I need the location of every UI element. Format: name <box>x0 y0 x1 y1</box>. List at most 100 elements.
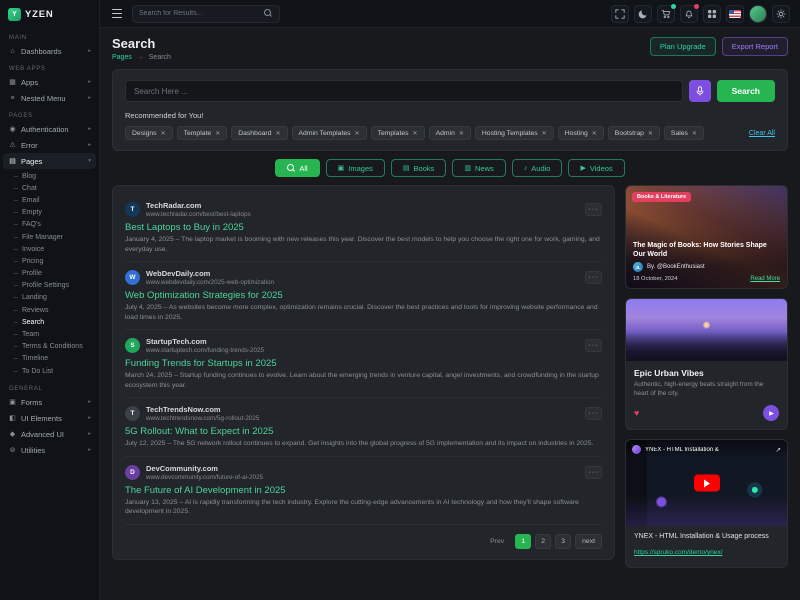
close-icon[interactable]: ✕ <box>355 130 360 137</box>
video-thumbnail[interactable]: YNEX - HTML Installation & ↗ <box>626 440 787 526</box>
sidebar-subitem-file-manager[interactable]: File Manager <box>0 231 99 243</box>
video-link[interactable]: https://spruko.com/demo/ynex/ <box>634 549 723 556</box>
tag-chip[interactable]: Admin Templates✕ <box>292 126 367 140</box>
sidebar-subitem-timeline[interactable]: Timeline <box>0 353 99 365</box>
blog-card[interactable]: Books & Literature The Magic of Books: H… <box>625 185 788 289</box>
filter-news[interactable]: ▥News <box>452 159 505 177</box>
tag-chip[interactable]: Templates✕ <box>371 126 425 140</box>
tag-chip[interactable]: Dashboard✕ <box>231 126 287 140</box>
pagination-page-1[interactable]: 1 <box>515 534 531 549</box>
close-icon[interactable]: ✕ <box>648 130 653 137</box>
result-options-button[interactable]: ··· <box>585 271 602 284</box>
sidebar-item-forms[interactable]: ▣ Forms ▸ <box>0 394 99 410</box>
sidebar-subitem-terms[interactable]: Terms & Conditions <box>0 341 99 353</box>
fullscreen-button[interactable] <box>611 5 629 23</box>
sidebar-subitem-reviews[interactable]: Reviews <box>0 304 99 316</box>
sidebar-item-pages[interactable]: ▤ Pages ▾ <box>3 153 96 169</box>
result-options-button[interactable]: ··· <box>585 339 602 352</box>
play-button[interactable]: ▶ <box>763 405 779 421</box>
clear-all-link[interactable]: Clear All <box>749 130 775 137</box>
result-options-button[interactable]: ··· <box>585 203 602 216</box>
result-site[interactable]: TechRadar.com <box>146 201 579 210</box>
notifications-button[interactable] <box>680 5 698 23</box>
result-site[interactable]: WebDevDaily.com <box>146 269 579 278</box>
tag-chip[interactable]: Template✕ <box>177 126 228 140</box>
result-site[interactable]: StartupTech.com <box>146 337 579 346</box>
result-site[interactable]: DevCommunity.com <box>146 464 579 473</box>
settings-button[interactable] <box>772 5 790 23</box>
cart-button[interactable] <box>657 5 675 23</box>
sidebar-subitem-chat[interactable]: Chat <box>0 182 99 194</box>
sidebar-subitem-team[interactable]: Team <box>0 328 99 340</box>
sidebar-subitem-profile[interactable]: Profile <box>0 268 99 280</box>
sidebar-subitem-faqs[interactable]: FAQ's <box>0 219 99 231</box>
tag-chip[interactable]: Hosting Templates✕ <box>475 126 554 140</box>
read-more-link[interactable]: Read More <box>750 276 780 282</box>
result-title-link[interactable]: Funding Trends for Startups in 2025 <box>125 358 602 369</box>
sidebar-item-utilities[interactable]: ⊚ Utilities ▸ <box>0 442 99 458</box>
filter-all[interactable]: All <box>275 159 319 177</box>
tag-chip[interactable]: Bootstrap✕ <box>608 126 660 140</box>
tag-chip[interactable]: Admin✕ <box>429 126 471 140</box>
language-button[interactable] <box>726 5 744 23</box>
search-icon[interactable] <box>264 9 273 18</box>
close-icon[interactable]: ✕ <box>592 130 597 137</box>
sidebar-subitem-profile-settings[interactable]: Profile Settings <box>0 280 99 292</box>
close-icon[interactable]: ✕ <box>692 130 697 137</box>
sidebar-item-nested-menu[interactable]: ≡ Nested Menu ▸ <box>0 90 99 106</box>
sidebar-item-error[interactable]: ⚠ Error ▸ <box>0 137 99 153</box>
result-options-button[interactable]: ··· <box>585 466 602 479</box>
sidebar-subitem-pricing[interactable]: Pricing <box>0 255 99 267</box>
youtube-play-button[interactable] <box>694 475 720 492</box>
result-options-button[interactable]: ··· <box>585 407 602 420</box>
filter-videos[interactable]: ▶Videos <box>568 159 624 177</box>
pagination-page-3[interactable]: 3 <box>555 534 571 549</box>
pagination-prev[interactable]: Prev <box>483 534 511 549</box>
close-icon[interactable]: ✕ <box>459 130 464 137</box>
sidebar-item-ui-elements[interactable]: ◧ UI Elements ▸ <box>0 410 99 426</box>
pagination-page-2[interactable]: 2 <box>535 534 551 549</box>
result-title-link[interactable]: Best Laptops to Buy in 2025 <box>125 222 602 233</box>
close-icon[interactable]: ✕ <box>542 130 547 137</box>
brand-logo[interactable]: Y YZEN <box>0 0 99 28</box>
filter-books[interactable]: ▤Books <box>391 159 446 177</box>
theme-toggle-button[interactable] <box>634 5 652 23</box>
sidebar-subitem-invoice[interactable]: Invoice <box>0 243 99 255</box>
header-search[interactable] <box>132 5 280 23</box>
filter-images[interactable]: ▣Images <box>326 159 385 177</box>
sidebar-item-authentication[interactable]: ◉ Authentication ▸ <box>0 121 99 137</box>
voice-search-button[interactable] <box>689 80 711 102</box>
sidebar-subitem-todo-list[interactable]: To Do List <box>0 365 99 377</box>
close-icon[interactable]: ✕ <box>413 130 418 137</box>
header-search-input[interactable] <box>139 10 260 17</box>
result-title-link[interactable]: 5G Rollout: What to Expect in 2025 <box>125 426 602 437</box>
pagination-next[interactable]: next <box>575 534 602 549</box>
plan-upgrade-button[interactable]: Plan Upgrade <box>650 37 716 56</box>
close-icon[interactable]: ✕ <box>215 130 220 137</box>
filter-audio[interactable]: ♪Audio <box>512 159 563 177</box>
result-title-link[interactable]: Web Optimization Strategies for 2025 <box>125 290 602 301</box>
menu-toggle-icon[interactable] <box>110 6 124 22</box>
sidebar-subitem-blog[interactable]: Blog <box>0 170 99 182</box>
breadcrumb-parent[interactable]: Pages <box>112 54 132 61</box>
tag-chip[interactable]: Sales✕ <box>664 126 704 140</box>
sidebar-item-apps[interactable]: ▦ Apps ▸ <box>0 74 99 90</box>
sidebar-item-advanced-ui[interactable]: ◆ Advanced UI ▸ <box>0 426 99 442</box>
sidebar-item-dashboards[interactable]: ⌂ Dashboards ▸ <box>0 43 99 59</box>
tag-chip[interactable]: Hosting✕ <box>558 126 604 140</box>
app-grid-button[interactable] <box>703 5 721 23</box>
export-report-button[interactable]: Export Report <box>722 37 788 56</box>
sidebar-subitem-landing[interactable]: Landing <box>0 292 99 304</box>
profile-avatar[interactable] <box>749 5 767 23</box>
heart-icon[interactable]: ♥ <box>634 409 639 418</box>
search-submit-button[interactable]: Search <box>717 80 775 102</box>
result-site[interactable]: TechTrendsNow.com <box>146 405 579 414</box>
sidebar-subitem-search[interactable]: Search <box>0 316 99 328</box>
close-icon[interactable]: ✕ <box>275 130 280 137</box>
tag-chip[interactable]: Designs✕ <box>125 126 173 140</box>
share-icon[interactable]: ↗ <box>776 446 781 454</box>
result-title-link[interactable]: The Future of AI Development in 2025 <box>125 485 602 496</box>
sidebar-subitem-empty[interactable]: Empty <box>0 207 99 219</box>
sidebar-subitem-email[interactable]: Email <box>0 194 99 206</box>
main-search-input[interactable] <box>125 80 683 102</box>
